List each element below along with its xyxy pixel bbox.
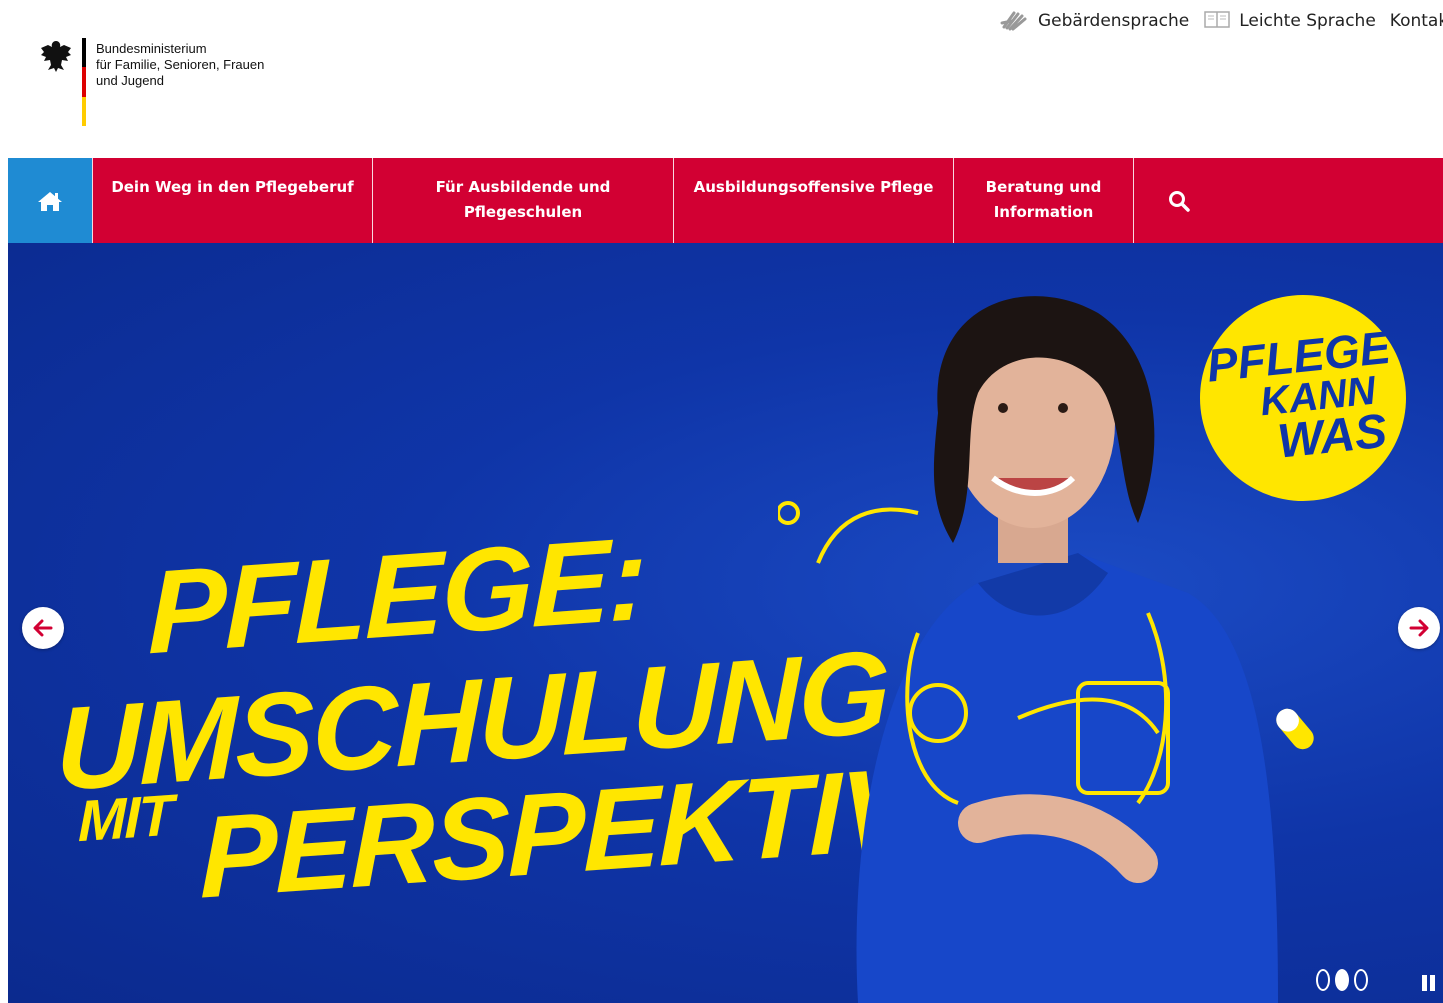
pause-icon xyxy=(1422,975,1427,991)
nav-item-label: Dein Weg in den Pflegeberuf xyxy=(111,178,354,196)
nav-item-beratung[interactable]: Beratung und Information xyxy=(953,158,1133,243)
home-icon xyxy=(38,191,62,211)
federal-eagle-icon xyxy=(41,41,71,72)
headline-line-3a: MIT xyxy=(78,782,172,855)
nav-item-label: Beratung und xyxy=(985,178,1102,196)
ministry-line-2: für Familie, Senioren, Frauen xyxy=(96,57,265,72)
search-button[interactable] xyxy=(1133,158,1224,243)
main-navigation: Dein Weg in den Pflegeberuf Für Ausbilde… xyxy=(8,158,1443,243)
easy-language-label: Leichte Sprache xyxy=(1239,11,1376,31)
ministry-logo[interactable]: Bundesministerium für Familie, Senioren,… xyxy=(38,38,264,126)
ministry-line-1: Bundesministerium xyxy=(96,41,207,56)
nav-item-pflegeberuf[interactable]: Dein Weg in den Pflegeberuf xyxy=(92,158,372,243)
nav-item-label: Ausbildungsoffensive Pflege xyxy=(693,178,934,196)
easy-language-link[interactable]: Leichte Sprache xyxy=(1203,9,1376,34)
sign-language-link[interactable]: Gebärdensprache xyxy=(1000,8,1189,34)
sign-language-icon xyxy=(1000,8,1030,34)
badge-line-3: WAS xyxy=(1275,404,1390,469)
nav-item-label: Für Ausbildende und xyxy=(435,178,611,196)
book-icon xyxy=(1203,9,1231,34)
carousel-indicators xyxy=(1316,969,1373,991)
carousel-prev-button[interactable] xyxy=(22,607,64,649)
arrow-right-icon xyxy=(1409,619,1429,637)
sign-language-label: Gebärdensprache xyxy=(1038,11,1190,31)
nav-item-ausbildende[interactable]: Für Ausbildende und Pflegeschulen xyxy=(372,158,673,243)
carousel-dot-2[interactable] xyxy=(1335,969,1349,991)
ministry-line-3: und Jugend xyxy=(96,73,164,88)
carousel-dot-3[interactable] xyxy=(1354,969,1368,991)
ministry-name: Bundesministerium für Familie, Senioren,… xyxy=(96,38,264,126)
nav-item-label-2: Information xyxy=(993,203,1094,221)
home-button[interactable] xyxy=(8,158,92,243)
nav-item-label-2: Pflegeschulen xyxy=(463,203,583,221)
search-icon xyxy=(1169,190,1190,212)
carousel-next-button[interactable] xyxy=(1398,607,1440,649)
hero-carousel: PFLEGE: UMSCHULUNG MIT PERSPEKTIVE PFLEG… xyxy=(8,243,1443,1003)
pill-icon xyxy=(1276,708,1314,750)
flag-stripe xyxy=(82,38,86,126)
carousel-pause-button[interactable] xyxy=(1422,975,1438,991)
utility-links: Gebärdensprache Leichte Sprache Kontakt xyxy=(1000,8,1443,34)
contact-link[interactable]: Kontakt xyxy=(1390,11,1443,31)
nav-item-ausbildungsoffensive[interactable]: Ausbildungsoffensive Pflege xyxy=(673,158,953,243)
contact-label: Kontakt xyxy=(1389,11,1443,31)
carousel-dot-1[interactable] xyxy=(1316,969,1330,991)
arrow-left-icon xyxy=(33,619,53,637)
